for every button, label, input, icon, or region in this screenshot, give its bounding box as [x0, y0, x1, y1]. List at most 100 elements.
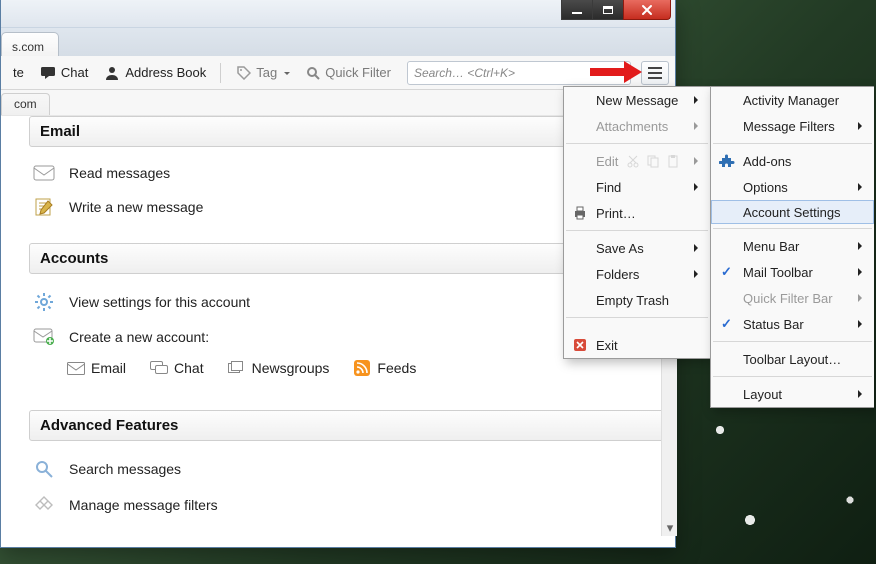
- menu-separator: [566, 143, 708, 144]
- mini-label: Chat: [174, 360, 204, 376]
- menu-label: Message Filters: [743, 119, 835, 134]
- toolbar-separator: [220, 63, 221, 83]
- menu-label: Print…: [596, 206, 636, 221]
- printer-icon: [572, 205, 588, 221]
- menu-label: Empty Trash: [596, 293, 669, 308]
- search-input[interactable]: Search… <Ctrl+K>: [407, 61, 631, 85]
- submenu-arrow-icon: [694, 96, 702, 104]
- menu-label: Exit: [596, 338, 618, 353]
- close-button[interactable]: [623, 0, 671, 20]
- menu-empty-trash[interactable]: Empty Trash: [564, 287, 710, 313]
- hamburger-icon: [648, 72, 662, 74]
- row-label: View settings for this account: [69, 294, 250, 310]
- tag-icon: [237, 66, 251, 80]
- create-feed-account[interactable]: Feeds: [353, 360, 416, 376]
- row-label: Search messages: [69, 461, 181, 477]
- puzzle-icon: [719, 153, 735, 169]
- menu-label: Add-ons: [743, 154, 791, 169]
- tag-button[interactable]: Tag: [231, 62, 296, 83]
- mail-tab[interactable]: s.com: [1, 32, 59, 56]
- menu-label: Options: [743, 180, 788, 195]
- toolbar-label: Tag: [256, 65, 277, 80]
- new-account-icon: [33, 328, 55, 346]
- menu-toolbar-layout[interactable]: Toolbar Layout…: [711, 346, 874, 372]
- minimize-button[interactable]: [561, 0, 593, 20]
- menu-find[interactable]: Find: [564, 174, 710, 200]
- menu-save-as[interactable]: Save As: [564, 235, 710, 261]
- menu-label: Account Settings: [743, 205, 841, 220]
- mini-label: Feeds: [377, 360, 416, 376]
- manage-filters-link[interactable]: Manage message filters: [29, 487, 669, 523]
- mail-icon: [67, 360, 85, 376]
- submenu-arrow-icon: [694, 244, 702, 252]
- menu-options[interactable]: Options: [711, 174, 874, 200]
- paste-icon: [666, 154, 680, 168]
- chat-button[interactable]: Chat: [34, 62, 94, 83]
- submenu-arrow-icon: [858, 320, 866, 328]
- menu-addons[interactable]: Add-ons: [711, 148, 874, 174]
- create-account-options: Email Chat Newsgroups Feeds: [67, 354, 669, 392]
- submenu-arrow-icon: [694, 183, 702, 191]
- menu-attachments: Attachments: [564, 113, 710, 139]
- check-icon: ✓: [721, 316, 732, 332]
- menu-label: Menu Bar: [743, 239, 799, 254]
- submenu-arrow-icon: [858, 268, 866, 276]
- search-messages-link[interactable]: Search messages: [29, 451, 669, 487]
- submenu-arrow-icon: [858, 122, 866, 130]
- submenu-arrow-icon: [694, 157, 702, 165]
- submenu-arrow-icon: [858, 294, 866, 302]
- menu-print[interactable]: Print…: [564, 200, 710, 226]
- tab-label: s.com: [12, 40, 44, 54]
- menu-account-settings[interactable]: Account Settings: [711, 200, 874, 224]
- maximize-button[interactable]: [592, 0, 624, 20]
- menu-activity-manager[interactable]: Activity Manager: [711, 87, 874, 113]
- chat-icon: [40, 66, 56, 80]
- menu-exit[interactable]: Exit: [564, 332, 710, 358]
- menu-separator: [713, 228, 872, 229]
- chat-bubbles-icon: [150, 360, 168, 376]
- menu-label: Quick Filter Bar: [743, 291, 833, 306]
- toolbar-label: Quick Filter: [325, 65, 391, 80]
- write-button[interactable]: te: [7, 62, 30, 83]
- menu-label: Activity Manager: [743, 93, 839, 108]
- menu-new-message[interactable]: New Message: [564, 87, 710, 113]
- account-subtab[interactable]: com: [1, 93, 50, 115]
- submenu-arrow-icon: [858, 242, 866, 250]
- menu-label: Status Bar: [743, 317, 804, 332]
- app-menu-button[interactable]: [641, 61, 669, 85]
- row-label: Manage message filters: [69, 497, 218, 513]
- row-label: Read messages: [69, 165, 170, 181]
- toolbar-label: Address Book: [125, 65, 206, 80]
- cut-icon: [626, 154, 640, 168]
- menu-mail-toolbar[interactable]: ✓ Mail Toolbar: [711, 259, 874, 285]
- quick-filter-button[interactable]: Quick Filter: [300, 62, 397, 83]
- address-book-button[interactable]: Address Book: [98, 62, 212, 84]
- create-email-account[interactable]: Email: [67, 360, 126, 376]
- menu-label: Attachments: [596, 119, 668, 134]
- menu-edit: Edit: [564, 148, 710, 174]
- menu-layout[interactable]: Layout: [711, 381, 874, 407]
- menu-menu-bar[interactable]: Menu Bar: [711, 233, 874, 259]
- menu-status-bar[interactable]: ✓ Status Bar: [711, 311, 874, 337]
- app-submenu: Activity Manager Message Filters Add-ons…: [710, 86, 874, 408]
- titlebar: [1, 0, 675, 28]
- menu-separator: [713, 143, 872, 144]
- magnifier-icon: [306, 66, 320, 80]
- submenu-arrow-icon: [694, 270, 702, 278]
- main-toolbar: te Chat Address Book Tag Quick Filter Se…: [1, 56, 675, 90]
- create-newsgroup-account[interactable]: Newsgroups: [228, 360, 330, 376]
- menu-message-filters[interactable]: Message Filters: [711, 113, 874, 139]
- menu-separator: [566, 317, 708, 318]
- menu-separator: [713, 376, 872, 377]
- menu-label: Find: [596, 180, 621, 195]
- gear-icon: [33, 292, 55, 312]
- scroll-down-arrow[interactable]: ▾: [662, 520, 678, 536]
- address-book-icon: [104, 65, 120, 81]
- menu-label: Mail Toolbar: [743, 265, 813, 280]
- menu-label: Toolbar Layout…: [743, 352, 841, 367]
- menu-label: Layout: [743, 387, 782, 402]
- menu-label: Edit: [596, 154, 618, 169]
- menu-folders[interactable]: Folders: [564, 261, 710, 287]
- inbox-icon: [33, 165, 55, 181]
- create-chat-account[interactable]: Chat: [150, 360, 204, 376]
